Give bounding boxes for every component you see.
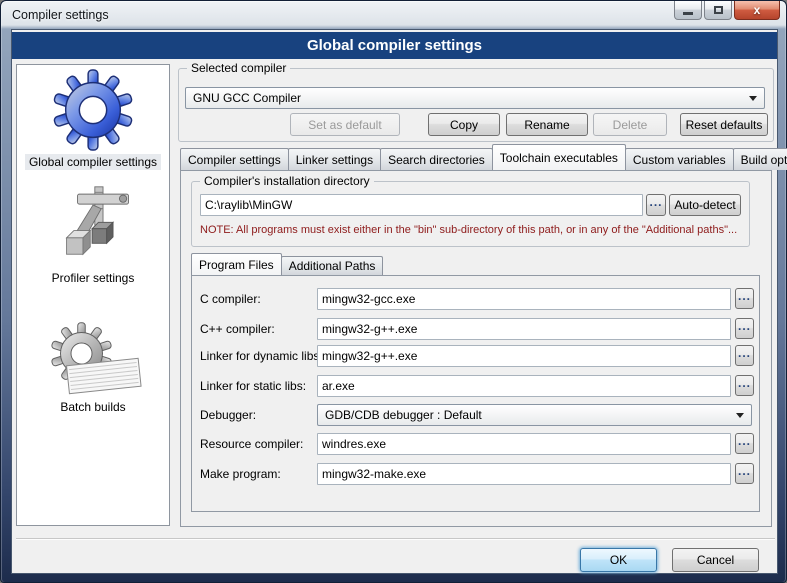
sidebar-item-profiler-settings[interactable]: Profiler settings xyxy=(17,185,169,286)
tab-linker-settings[interactable]: Linker settings xyxy=(288,148,381,170)
titlebar[interactable]: Compiler settings x xyxy=(1,1,786,29)
selected-compiler-legend: Selected compiler xyxy=(187,61,290,75)
browse-directory-button[interactable]: ... xyxy=(646,194,666,216)
resource-compiler-input[interactable] xyxy=(317,433,731,455)
field-row-c-compiler: C compiler: ... xyxy=(192,288,761,310)
sidebar-item-label: Global compiler settings xyxy=(25,154,161,170)
browse-resource-compiler-button[interactable]: ... xyxy=(735,433,754,454)
gray-gear-papers-icon xyxy=(38,320,148,396)
reset-defaults-button[interactable]: Reset defaults xyxy=(680,113,768,136)
set-as-default-button[interactable]: Set as default xyxy=(290,113,400,136)
close-button[interactable]: x xyxy=(734,1,780,20)
maximize-button[interactable] xyxy=(704,1,732,20)
tab-compiler-settings[interactable]: Compiler settings xyxy=(180,148,289,170)
browse-c-compiler-button[interactable]: ... xyxy=(735,288,754,309)
browse-make-program-button[interactable]: ... xyxy=(735,463,754,484)
field-row-linker-dynamic: Linker for dynamic libs: ... xyxy=(192,345,761,367)
subtab-program-files[interactable]: Program Files xyxy=(191,253,282,275)
caliper-icon xyxy=(51,185,135,267)
selected-compiler-group: Selected compiler GNU GCC Compiler Set a… xyxy=(178,68,774,142)
make-program-input[interactable] xyxy=(317,463,731,485)
cancel-button[interactable]: Cancel xyxy=(672,548,759,572)
compiler-settings-dialog: Compiler settings x Global compiler sett… xyxy=(0,0,787,583)
tab-toolchain-executables[interactable]: Toolchain executables xyxy=(492,144,626,170)
field-row-linker-static: Linker for static libs: ... xyxy=(192,375,761,397)
footer-separator xyxy=(16,538,775,540)
sidebar-item-batch-builds[interactable]: Batch builds xyxy=(17,320,169,415)
linker-static-input[interactable] xyxy=(317,375,731,397)
browse-linker-static-button[interactable]: ... xyxy=(735,375,754,396)
installation-directory-group: Compiler's installation directory ... Au… xyxy=(191,181,750,247)
debugger-select[interactable]: GDB/CDB debugger : Default xyxy=(317,404,752,426)
settings-tabbar: Compiler settings Linker settings Search… xyxy=(180,144,772,170)
page-header: Global compiler settings xyxy=(12,32,777,59)
toolchain-executables-page: Compiler's installation directory ... Au… xyxy=(180,170,772,527)
field-label: C compiler: xyxy=(200,292,261,306)
subtab-additional-paths[interactable]: Additional Paths xyxy=(281,256,384,275)
linker-dynamic-input[interactable] xyxy=(317,345,731,367)
sidebar-item-global-compiler-settings[interactable]: Global compiler settings xyxy=(17,69,169,170)
field-label: Make program: xyxy=(200,467,281,481)
field-label: C++ compiler: xyxy=(200,322,275,336)
ok-button[interactable]: OK xyxy=(580,548,657,572)
field-label: Linker for dynamic libs: xyxy=(200,349,323,363)
field-row-make-program: Make program: ... xyxy=(192,463,761,485)
chevron-down-icon xyxy=(736,413,744,418)
page-title: Global compiler settings xyxy=(307,37,482,54)
sidebar-item-label: Batch builds xyxy=(56,399,129,415)
dialog-client-area: Global compiler settings xyxy=(11,29,778,574)
close-icon: x xyxy=(754,3,761,17)
minimize-button[interactable] xyxy=(674,1,702,20)
field-row-resource-compiler: Resource compiler: ... xyxy=(192,433,761,455)
field-label: Resource compiler: xyxy=(200,437,303,451)
installation-directory-legend: Compiler's installation directory xyxy=(200,174,374,188)
field-row-cpp-compiler: C++ compiler: ... xyxy=(192,318,761,340)
field-label: Linker for static libs: xyxy=(200,379,306,393)
window-title: Compiler settings xyxy=(12,8,109,22)
compiler-select[interactable]: GNU GCC Compiler xyxy=(185,87,765,109)
blue-gear-icon xyxy=(52,69,134,151)
sidebar-item-label: Profiler settings xyxy=(48,270,139,286)
installation-directory-input[interactable] xyxy=(200,194,643,216)
program-files-panel: C compiler: ... C++ compiler: ... Linker… xyxy=(191,275,760,512)
copy-button[interactable]: Copy xyxy=(428,113,500,136)
debugger-select-value: GDB/CDB debugger : Default xyxy=(325,408,482,422)
tab-search-directories[interactable]: Search directories xyxy=(380,148,493,170)
maximize-icon xyxy=(714,6,723,14)
cpp-compiler-input[interactable] xyxy=(317,318,731,340)
compiler-select-value: GNU GCC Compiler xyxy=(193,91,301,105)
field-row-debugger: Debugger: GDB/CDB debugger : Default xyxy=(192,404,761,426)
delete-button[interactable]: Delete xyxy=(593,113,667,136)
rename-button[interactable]: Rename xyxy=(506,113,588,136)
chevron-down-icon xyxy=(749,96,757,101)
tab-build-options[interactable]: Build options xyxy=(733,148,787,170)
browse-linker-dynamic-button[interactable]: ... xyxy=(735,345,754,366)
installation-note: NOTE: All programs must exist either in … xyxy=(200,224,747,236)
c-compiler-input[interactable] xyxy=(317,288,731,310)
settings-category-list: Global compiler settings Pr xyxy=(16,64,170,526)
toolchain-subtabbar: Program Files Additional Paths xyxy=(191,253,382,275)
tab-custom-variables[interactable]: Custom variables xyxy=(625,148,734,170)
minimize-icon xyxy=(683,12,693,15)
field-label: Debugger: xyxy=(200,408,256,422)
browse-cpp-compiler-button[interactable]: ... xyxy=(735,318,754,339)
auto-detect-button[interactable]: Auto-detect xyxy=(669,194,741,216)
